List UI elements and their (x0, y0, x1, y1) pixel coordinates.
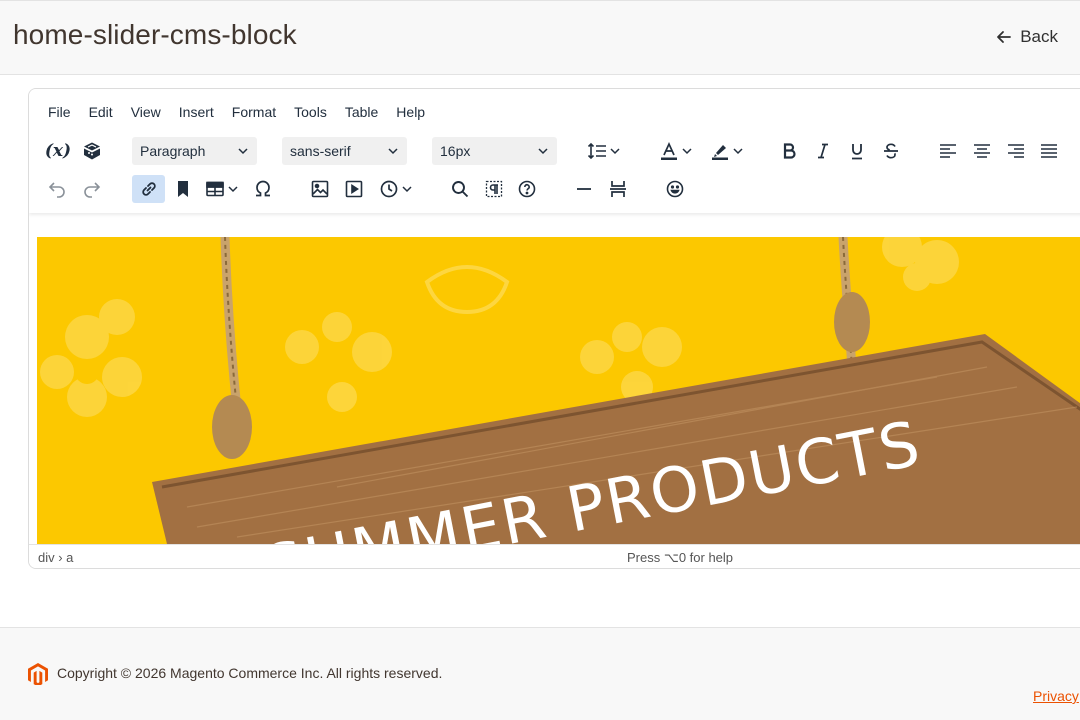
menu-tools[interactable]: Tools (285, 101, 336, 123)
align-center-button[interactable] (968, 134, 996, 168)
menu-insert[interactable]: Insert (170, 101, 223, 123)
bookmark-button[interactable] (169, 172, 197, 206)
align-right-icon (1008, 144, 1024, 158)
editor-menubar: File Edit View Insert Format Tools Table… (39, 101, 434, 123)
chevron-down-icon (733, 148, 743, 155)
italic-button[interactable] (809, 134, 837, 168)
media-button[interactable] (340, 172, 368, 206)
datetime-icon (380, 180, 398, 198)
search-replace-icon (452, 181, 469, 198)
chevron-down-icon (388, 148, 398, 155)
font-size-select[interactable]: 16px (432, 137, 557, 165)
align-left-button[interactable] (934, 134, 962, 168)
menu-view[interactable]: View (122, 101, 170, 123)
align-center-icon (974, 144, 990, 158)
insert-widget-button[interactable] (77, 134, 107, 168)
image-icon (311, 180, 329, 198)
menu-file[interactable]: File (39, 101, 80, 123)
insert-variable-button[interactable]: (x) (43, 134, 73, 168)
menu-edit[interactable]: Edit (80, 101, 122, 123)
text-color-button[interactable] (653, 134, 699, 168)
special-character-icon (256, 180, 270, 197)
link-button[interactable] (132, 175, 165, 203)
chevron-down-icon (682, 148, 692, 155)
search-replace-button[interactable] (446, 172, 474, 206)
link-icon (141, 182, 156, 196)
table-button[interactable] (202, 172, 242, 206)
bold-icon (783, 143, 796, 159)
toolbar-row-formatting: (x) Paragraph sans-serif 16px (29, 134, 1080, 168)
special-character-button[interactable] (249, 172, 277, 206)
strikethrough-icon (884, 143, 898, 159)
magento-logo-icon (28, 663, 48, 685)
undo-button[interactable] (43, 172, 71, 206)
element-path[interactable]: div › a (38, 550, 73, 565)
redo-button[interactable] (78, 172, 106, 206)
chevron-down-icon (610, 148, 620, 155)
highlight-color-button[interactable] (704, 134, 750, 168)
horizontal-rule-icon (577, 188, 591, 190)
visual-blocks-button[interactable] (480, 172, 508, 206)
page-header: home-slider-cms-block Back (0, 0, 1080, 75)
font-family-select[interactable]: sans-serif (282, 137, 407, 165)
undo-icon (48, 182, 65, 198)
toolbar-row-insert (29, 172, 1080, 206)
block-format-select[interactable]: Paragraph (132, 137, 257, 165)
arrow-left-icon (997, 31, 1012, 43)
menu-help[interactable]: Help (387, 101, 434, 123)
page-break-button[interactable] (604, 172, 632, 206)
insert-variable-icon: (x) (44, 141, 72, 161)
privacy-link[interactable]: Privacy (1033, 688, 1079, 704)
menu-table[interactable]: Table (336, 101, 387, 123)
align-left-icon (940, 144, 956, 158)
page-title: home-slider-cms-block (13, 19, 297, 50)
help-button[interactable] (513, 172, 541, 206)
justify-button[interactable] (1035, 134, 1063, 168)
menu-format[interactable]: Format (223, 101, 285, 123)
block-format-value: Paragraph (140, 143, 206, 159)
media-icon (345, 180, 363, 198)
horizontal-rule-button[interactable] (570, 172, 598, 206)
bold-button[interactable] (775, 134, 803, 168)
editor-statusbar: div › a Press ⌥0 for help (29, 544, 1080, 568)
back-label: Back (1020, 27, 1058, 46)
insert-widget-icon (84, 142, 100, 160)
copyright-text: Copyright © 2026 Magento Commerce Inc. A… (57, 665, 443, 681)
align-right-button[interactable] (1002, 134, 1030, 168)
strikethrough-button[interactable] (877, 134, 905, 168)
underline-button[interactable] (843, 134, 871, 168)
line-height-button[interactable] (583, 134, 625, 168)
underline-icon (852, 144, 862, 160)
bookmark-icon (178, 181, 188, 197)
image-button[interactable] (306, 172, 334, 206)
page-footer: Copyright © 2026 Magento Commerce Inc. A… (0, 627, 1080, 720)
help-icon (518, 180, 536, 198)
font-family-value: sans-serif (290, 143, 351, 159)
highlight-color-icon (712, 145, 728, 160)
emoticons-button[interactable] (661, 172, 689, 206)
summer-products-banner-image[interactable]: SUMMER PRODUCTS (37, 237, 1080, 544)
table-icon (206, 181, 224, 197)
datetime-button[interactable] (373, 172, 419, 206)
editor-header: File Edit View Insert Format Tools Table… (29, 89, 1080, 213)
chevron-down-icon (402, 186, 412, 193)
line-height-icon (587, 142, 606, 160)
emoticons-icon (666, 180, 684, 198)
redo-icon (84, 182, 101, 198)
chevron-down-icon (228, 186, 238, 193)
font-size-value: 16px (440, 143, 471, 159)
banner-illustration: SUMMER PRODUCTS (37, 237, 1080, 544)
chevron-down-icon (538, 148, 548, 155)
help-hint: Press ⌥0 for help (627, 550, 734, 565)
justify-icon (1041, 144, 1057, 158)
chevron-down-icon (238, 148, 248, 155)
text-color-icon (661, 141, 677, 160)
back-button[interactable]: Back (996, 27, 1058, 47)
italic-icon (818, 143, 828, 159)
editor-content-area[interactable]: SUMMER PRODUCTS (29, 213, 1080, 544)
visual-blocks-icon (485, 180, 503, 198)
page-break-icon (610, 181, 626, 197)
wysiwyg-editor: File Edit View Insert Format Tools Table… (28, 88, 1080, 569)
